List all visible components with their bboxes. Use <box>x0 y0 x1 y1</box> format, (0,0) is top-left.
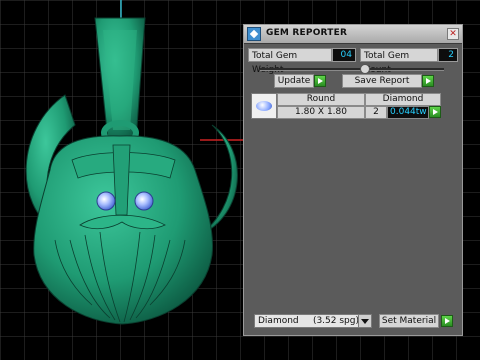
gem-thumbnail-icon[interactable] <box>251 93 277 119</box>
panel-title: GEM REPORTER <box>266 28 348 38</box>
go-arrow-icon[interactable] <box>422 75 434 87</box>
gem-right-eye[interactable] <box>134 191 154 211</box>
gem-thumbnail-shape <box>256 101 272 111</box>
panel-titlebar[interactable]: GEM REPORTER ✕ <box>244 25 462 44</box>
total-gem-count-label: Total Gem Count <box>360 48 438 75</box>
go-arrow-icon[interactable] <box>429 106 441 118</box>
save-report-button[interactable]: Save Report <box>342 74 422 88</box>
report-slider[interactable] <box>260 64 444 74</box>
total-gem-count-value: 2 <box>438 48 458 62</box>
total-gem-weight-label: Total Gem Weight <box>248 48 332 75</box>
table-header-shape: Round <box>277 93 365 106</box>
table-cell-qty: 2 <box>365 106 387 119</box>
update-button[interactable]: Update <box>274 74 314 88</box>
set-material-button[interactable]: Set Material <box>379 314 439 328</box>
go-arrow-icon[interactable] <box>314 75 326 87</box>
table-cell-size: 1.80 X 1.80 <box>277 106 365 119</box>
material-select[interactable]: Diamond (3.52 spg) <box>254 314 372 328</box>
material-bar: Diamond (3.52 spg) Set Material <box>251 314 457 330</box>
total-gem-weight-value: 04 <box>332 48 356 62</box>
gem-left-eye[interactable] <box>96 191 116 211</box>
totals-row: Total Gem Weight 04 Total Gem Count 2 <box>248 48 458 75</box>
table-cell-weight: 0.044tw <box>387 106 429 119</box>
gem-reporter-panel: GEM REPORTER ✕ Total Gem Weight 04 Total… <box>243 24 463 336</box>
material-select-value: Diamond (3.52 spg) <box>258 316 359 326</box>
gem-table: Round Diamond 1.80 X 1.80 2 0.044tw <box>251 93 441 119</box>
close-icon[interactable]: ✕ <box>447 28 459 40</box>
dropdown-arrow-icon[interactable] <box>358 315 371 327</box>
table-header-material: Diamond <box>365 93 441 106</box>
go-arrow-icon[interactable] <box>441 315 453 327</box>
gem-reporter-icon <box>247 27 261 41</box>
